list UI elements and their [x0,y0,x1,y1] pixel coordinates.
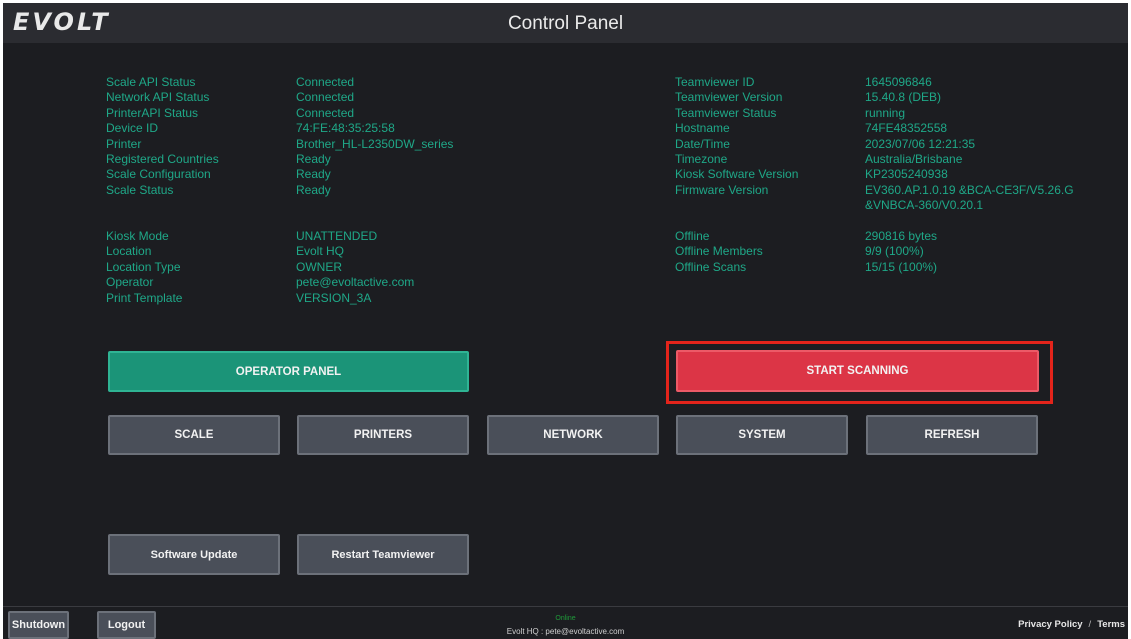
status-row: Firmware Version EV360.AP.1.0.19 &BCA-CE3… [675,183,1074,214]
status-label: Teamviewer Status [675,105,777,120]
status-value: Evolt HQ [296,244,345,259]
status-row: Teamviewer Status running [675,106,1074,121]
status-value: running [865,105,906,120]
status-label: Kiosk Mode [106,229,169,243]
status-row: Device ID 74:FE:48:35:25:58 [106,121,453,136]
status-row: Location Type OWNER [106,260,414,275]
status-row: Offline Scans 15/15 (100%) [675,260,937,275]
page-title: Control Panel [507,13,624,34]
status-row: Kiosk Software Version KP2305240938 [675,167,1074,182]
status-label: Kiosk Software Version [675,167,799,182]
link-separator: / [1088,619,1092,630]
status-row: Network API Status Connected [106,90,453,105]
status-label: Timezone [675,152,728,167]
status-row: Hostname 74FE48352558 [675,121,1074,136]
status-row: PrinterAPI Status Connected [106,106,453,121]
status-value: Connected [296,90,355,105]
status-label: Offline Members [675,244,763,259]
status-value: EV360.AP.1.0.19 &BCA-CE3F/V5.26.G &VNBCA… [865,182,1074,213]
status-value: 2023/07/06 12:21:35 [865,136,976,151]
status-label: Device ID [106,121,159,136]
status-label: Network API Status [106,90,210,105]
status-list-teamviewer: Teamviewer ID 1645096846 Teamviewer Versio… [675,75,1074,214]
status-label: Operator [106,275,154,290]
status-value: UNATTENDED [296,229,378,243]
status-value: Connected [296,75,355,89]
terms-link[interactable]: Terms [1097,619,1125,630]
status-row: Scale Configuration Ready [106,167,453,182]
status-value: KP2305240938 [865,167,948,182]
status-row: Teamviewer Version 15.40.8 (DEB) [675,90,1074,105]
status-row: Printer Brother_HL-L2350DW_series [106,137,453,152]
location-operator-info: Evolt HQ : pete@evoltactive.com [506,627,625,636]
footer-links: Privacy Policy / Terms [1018,619,1125,630]
status-value: VERSION_3A [296,290,372,305]
privacy-policy-link[interactable]: Privacy Policy [1018,619,1082,630]
status-list-offline: Offline 290816 bytes Offline Members 9/9 (1… [675,229,937,275]
status-value: Ready [296,167,331,182]
status-value: 15.40.8 (DEB) [865,90,942,105]
start-scanning-button[interactable]: START SCANNING [676,350,1039,392]
status-label: Teamviewer Version [675,90,783,105]
status-value: Connected [296,105,355,120]
status-row: Location Evolt HQ [106,244,414,259]
status-row: Registered Countries Ready [106,152,453,167]
printers-button[interactable]: PRINTERS [297,415,469,455]
status-label: Print Template [106,290,183,305]
status-label: Date/Time [675,136,730,151]
software-update-button[interactable]: Software Update [108,534,280,575]
scale-button[interactable]: SCALE [108,415,280,455]
network-button[interactable]: NETWORK [487,415,659,455]
status-value: OWNER [296,259,342,274]
status-label: Location [106,244,152,259]
status-value: Ready [296,182,331,197]
status-label: Scale Configuration [106,167,211,182]
restart-teamviewer-button[interactable]: Restart Teamviewer [297,534,469,575]
status-label: Offline [675,229,710,243]
connection-status: Online [555,615,576,622]
refresh-button[interactable]: REFRESH [866,415,1038,455]
status-value: Ready [296,152,331,167]
status-row: Operator pete@evoltactive.com [106,275,414,290]
status-list-kiosk: Kiosk Mode UNATTENDED Location Evolt HQ Loca… [106,229,414,306]
status-row: Print Template VERSION_3A [106,291,414,306]
header-bar: EVOLT Control Panel [3,3,1128,43]
status-label: Printer [106,136,142,151]
status-row: Timezone Australia/Brisbane [675,152,1074,167]
status-label: Hostname [675,121,730,136]
status-label: Firmware Version [675,182,769,197]
status-value: pete@evoltactive.com [296,275,415,290]
status-label: Scale Status [106,182,174,197]
status-value: 1645096846 [865,75,932,89]
status-label: Offline Scans [675,259,747,274]
status-list-system: Scale API Status Connected Network API Sta… [106,75,453,198]
status-row: Date/Time 2023/07/06 12:21:35 [675,137,1074,152]
status-value: Australia/Brisbane [865,152,963,167]
status-row: Scale Status Ready [106,183,453,198]
status-value: 15/15 (100%) [865,259,938,274]
status-label: PrinterAPI Status [106,105,199,120]
status-value: Brother_HL-L2350DW_series [296,136,454,151]
status-value: 74FE48352558 [865,121,948,136]
status-label: Registered Countries [106,152,219,167]
status-value: 74:FE:48:35:25:58 [296,121,395,136]
operator-panel-button[interactable]: OPERATOR PANEL [108,351,469,392]
status-row: Offline 290816 bytes [675,229,937,244]
status-label: Scale API Status [106,75,196,89]
status-value: 9/9 (100%) [865,244,924,259]
status-label: Location Type [106,259,181,274]
status-row: Teamviewer ID 1645096846 [675,75,1074,90]
status-row: Scale API Status Connected [106,75,453,90]
system-button[interactable]: SYSTEM [676,415,848,455]
status-row: Offline Members 9/9 (100%) [675,244,937,259]
status-value: 290816 bytes [865,229,938,243]
status-label: Teamviewer ID [675,75,755,89]
status-row: Kiosk Mode UNATTENDED [106,229,414,244]
control-panel-app: EVOLT Control Panel Scale API Status Conn… [3,3,1128,639]
